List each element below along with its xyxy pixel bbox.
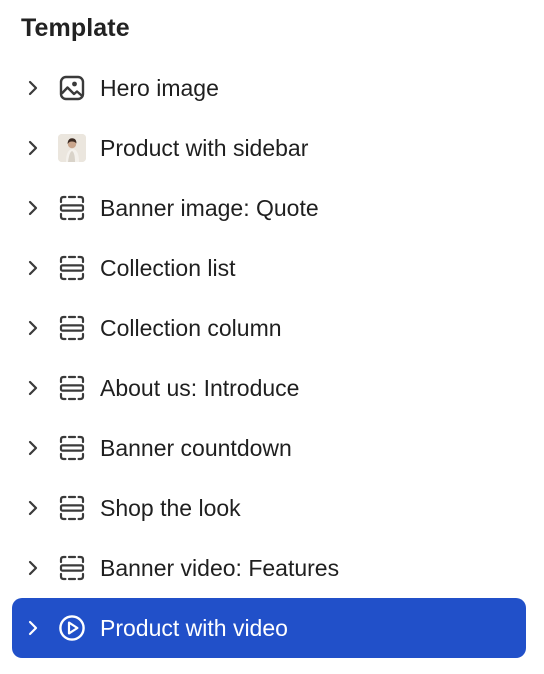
section-list: Hero image Product with sidebar Banner i…	[12, 58, 526, 658]
section-item-product-with-sidebar[interactable]: Product with sidebar	[12, 118, 526, 178]
section-item-banner-countdown[interactable]: Banner countdown	[12, 418, 526, 478]
chevron-right-icon[interactable]	[25, 440, 41, 456]
section-item-collection-column[interactable]: Collection column	[12, 298, 526, 358]
section-label: Banner image: Quote	[100, 195, 319, 221]
section-label: Banner video: Features	[100, 555, 340, 581]
section-label: Product with video	[100, 615, 288, 641]
section-label: About us: Introduce	[100, 375, 300, 401]
chevron-right-icon[interactable]	[25, 620, 41, 636]
section-label: Collection list	[100, 255, 236, 281]
product-thumbnail	[58, 134, 86, 162]
chevron-right-icon[interactable]	[25, 320, 41, 336]
section-label: Shop the look	[100, 495, 241, 521]
section-label: Product with sidebar	[100, 135, 309, 161]
chevron-right-icon[interactable]	[25, 500, 41, 516]
section-dashed-icon	[58, 314, 86, 342]
section-label: Banner countdown	[100, 435, 292, 461]
image-icon	[58, 74, 86, 102]
template-panel: Template Hero image Product with sidebar…	[0, 0, 544, 674]
chevron-right-icon[interactable]	[25, 560, 41, 576]
section-dashed-icon	[58, 434, 86, 462]
section-dashed-icon	[58, 374, 86, 402]
section-item-shop-the-look[interactable]: Shop the look	[12, 478, 526, 538]
section-dashed-icon	[58, 554, 86, 582]
section-label: Collection column	[100, 315, 282, 341]
section-item-about-us-introduce[interactable]: About us: Introduce	[12, 358, 526, 418]
section-item-product-with-video[interactable]: Product with video	[12, 598, 526, 658]
section-item-collection-list[interactable]: Collection list	[12, 238, 526, 298]
section-dashed-icon	[58, 194, 86, 222]
chevron-right-icon[interactable]	[25, 80, 41, 96]
section-dashed-icon	[58, 254, 86, 282]
play-circle-icon	[58, 614, 86, 642]
chevron-right-icon[interactable]	[25, 260, 41, 276]
chevron-right-icon[interactable]	[25, 200, 41, 216]
section-label: Hero image	[100, 75, 219, 101]
section-item-hero-image[interactable]: Hero image	[12, 58, 526, 118]
section-item-banner-video-features[interactable]: Banner video: Features	[12, 538, 526, 598]
chevron-right-icon[interactable]	[25, 140, 41, 156]
panel-title: Template	[21, 14, 130, 42]
chevron-right-icon[interactable]	[25, 380, 41, 396]
section-item-banner-image-quote[interactable]: Banner image: Quote	[12, 178, 526, 238]
section-dashed-icon	[58, 494, 86, 522]
